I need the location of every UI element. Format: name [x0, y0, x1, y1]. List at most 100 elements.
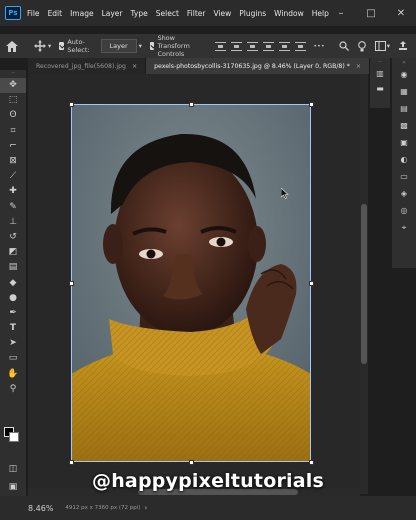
properties-icon[interactable]: ▣	[392, 134, 416, 151]
document-canvas[interactable]	[28, 74, 360, 494]
align-bottom-icon[interactable]	[295, 41, 307, 51]
menu-image[interactable]: Image	[70, 9, 94, 18]
channels-icon[interactable]: ◎	[392, 202, 416, 219]
transform-handle-top-right[interactable]	[309, 102, 314, 107]
gradient-tool[interactable]: ▤	[0, 260, 26, 275]
transform-handle-left[interactable]	[69, 281, 74, 286]
gradients-icon[interactable]: ▤	[392, 100, 416, 117]
align-buttons: •••	[215, 41, 325, 51]
portrait-photo[interactable]	[71, 104, 311, 462]
color-icon[interactable]: ◉	[392, 66, 416, 83]
eraser-tool[interactable]: ◩	[0, 245, 26, 260]
move-tool-icon[interactable]: ▾	[34, 40, 51, 52]
window-controls: – □ ✕	[326, 0, 416, 26]
tab-recovered-jpg[interactable]: Recovered_jpg_file(5608).jpg ×	[28, 58, 147, 74]
auto-select-target-dropdown[interactable]: Layer ▾	[100, 39, 142, 53]
menu-view[interactable]: View	[213, 9, 231, 18]
libraries-icon[interactable]: ▭	[392, 168, 416, 185]
share-icon[interactable]	[398, 41, 408, 51]
close-tab-icon[interactable]: ×	[132, 63, 137, 70]
frame-tool[interactable]: ⊠	[0, 154, 26, 169]
pen-tool[interactable]: ✒	[0, 306, 26, 321]
zoom-level[interactable]: 8.46%	[28, 504, 53, 513]
menu-edit[interactable]: Edit	[48, 9, 63, 18]
adjustments-icon[interactable]: ◐	[392, 151, 416, 168]
object-select-tool[interactable]: ⌗	[0, 124, 26, 139]
marquee-icon: ⬚	[8, 95, 18, 106]
hand-tool[interactable]: ✋	[0, 367, 26, 382]
lasso-icon: ʘ	[9, 110, 17, 121]
transform-handle-top[interactable]	[189, 102, 194, 107]
status-arrow-icon[interactable]: ›	[144, 504, 147, 512]
rectangle-icon: ▭	[8, 353, 18, 364]
type-icon: T	[9, 323, 17, 334]
background-color-swatch[interactable]	[9, 432, 19, 442]
vertical-scrollbar[interactable]	[360, 74, 368, 494]
menu-window[interactable]: Window	[274, 9, 304, 18]
paths-icon[interactable]: ⌖	[392, 219, 416, 236]
eraser-icon: ◩	[8, 247, 18, 258]
scroll-thumb[interactable]	[361, 204, 367, 364]
more-options-icon[interactable]: •••	[313, 42, 325, 50]
maximize-button[interactable]: □	[356, 0, 386, 26]
tab-pexels-photo[interactable]: pexels-photosbycollis-3170635.jpg @ 8.46…	[146, 58, 371, 74]
lasso-tool[interactable]: ʘ	[0, 108, 26, 123]
type-tool[interactable]: T	[0, 321, 26, 336]
lightbulb-icon[interactable]	[357, 40, 367, 52]
clone-stamp-tool[interactable]: ⊥	[0, 215, 26, 230]
transform-handle-right[interactable]	[309, 281, 314, 286]
menu-type[interactable]: Type	[131, 9, 148, 18]
swatches-icon[interactable]: ▦	[392, 83, 416, 100]
document-info[interactable]: 4912 px x 7360 px (72 ppi)	[65, 505, 140, 511]
zoom-tool[interactable]: ⚲	[0, 382, 26, 397]
dodge-tool[interactable]: ●	[0, 291, 26, 306]
move-tool[interactable]: ✥	[0, 78, 26, 94]
menu-select[interactable]: Select	[156, 9, 179, 18]
marquee-tool[interactable]: ⬚	[0, 93, 26, 108]
align-middle-icon[interactable]	[279, 41, 291, 51]
healing-tool[interactable]: ✚	[0, 184, 26, 199]
history-icon[interactable]: ▥	[370, 66, 390, 81]
eyedropper-tool[interactable]: ⟋	[0, 169, 26, 184]
blur-tool[interactable]: ◆	[0, 275, 26, 290]
align-left-icon[interactable]	[215, 41, 227, 51]
transform-handle-bottom-left[interactable]	[69, 460, 74, 465]
history-brush-tool[interactable]: ↺	[0, 230, 26, 245]
search-icon[interactable]	[339, 41, 349, 51]
minimize-button[interactable]: –	[326, 0, 356, 26]
brush-icon: ✎	[9, 201, 17, 212]
panel-grip-icon[interactable]: ··	[370, 58, 390, 66]
crop-tool[interactable]: ⌐	[0, 139, 26, 154]
tools-panel: ·· ✥ ⬚ ʘ ⌗ ⌐ ⊠ ⟋ ✚ ✎ ⊥ ↺ ◩ ▤ ◆ ● ✒ T ➤ ▭…	[0, 70, 26, 510]
brush-tool[interactable]: ✎	[0, 200, 26, 215]
transform-handle-top-left[interactable]	[69, 102, 74, 107]
path-select-tool[interactable]: ➤	[0, 336, 26, 351]
home-icon[interactable]	[6, 40, 18, 52]
panels-strip: » ◉ ▦ ▤ ▩ ▣ ◐ ▭ ◈ ◎ ⌖	[392, 58, 416, 268]
close-button[interactable]: ✕	[386, 0, 416, 26]
toolbar-grip[interactable]: ··	[0, 70, 26, 78]
panel-collapse-icon[interactable]: »	[392, 58, 416, 66]
show-transform-controls-checkbox[interactable]: Show Transform Controls	[149, 34, 203, 58]
menu-plugins[interactable]: Plugins	[239, 9, 266, 18]
align-top-icon[interactable]	[263, 41, 275, 51]
pen-icon: ✒	[9, 307, 17, 318]
layers-icon[interactable]: ◈	[392, 185, 416, 202]
options-bar: ▾ Auto-Select: Layer ▾ Show Transform Co…	[0, 34, 416, 58]
tab-label: pexels-photosbycollis-3170635.jpg @ 8.46…	[154, 62, 350, 70]
align-center-icon[interactable]	[231, 41, 243, 51]
patterns-icon[interactable]: ▩	[392, 117, 416, 134]
auto-select-target-value: Layer	[100, 39, 137, 53]
auto-select-checkbox[interactable]: Auto-Select:	[59, 38, 92, 54]
rectangle-tool[interactable]: ▭	[0, 351, 26, 366]
comments-icon[interactable]: ▬	[370, 81, 390, 96]
align-right-icon[interactable]	[247, 41, 259, 51]
workspace-icon[interactable]: ▾	[374, 41, 390, 51]
menu-filter[interactable]: Filter	[187, 9, 206, 18]
transform-handle-bottom[interactable]	[189, 460, 194, 465]
transform-handle-bottom-right[interactable]	[309, 460, 314, 465]
menu-layer[interactable]: Layer	[102, 9, 123, 18]
close-tab-icon[interactable]: ×	[356, 63, 361, 70]
show-transform-label: Show Transform Controls	[157, 34, 190, 58]
menu-file[interactable]: File	[27, 9, 40, 18]
